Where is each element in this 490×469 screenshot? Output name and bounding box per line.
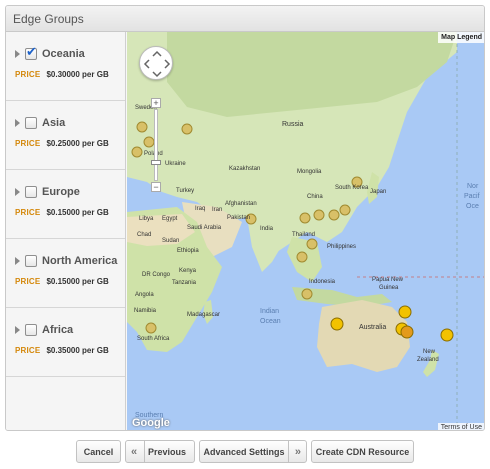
- price-value: $0.30000 per GB: [46, 70, 109, 79]
- price-value: $0.15000 per GB: [46, 208, 109, 217]
- group-name: Europe: [42, 186, 80, 198]
- map-pan-control[interactable]: [139, 46, 173, 80]
- previous-button[interactable]: « Previous: [125, 440, 195, 463]
- group-africa: Africa PRICE $0.35000 per GB: [6, 308, 125, 377]
- group-name: Oceania: [42, 48, 85, 60]
- group-name: Africa: [42, 324, 74, 336]
- advanced-settings-button[interactable]: Advanced Settings »: [199, 440, 307, 463]
- price-label: PRICE: [15, 139, 41, 148]
- next-arrow-icon: »: [294, 445, 301, 458]
- price-value: $0.25000 per GB: [46, 139, 109, 148]
- google-logo: Google: [132, 417, 170, 429]
- price-value: $0.15000 per GB: [46, 277, 109, 286]
- price-label: PRICE: [15, 346, 41, 355]
- siberia-forest: [167, 32, 457, 117]
- edge-groups-panel: Edge Groups Oceania PRICE $0.30000 per G…: [5, 5, 485, 431]
- map-canvas[interactable]: [127, 32, 485, 431]
- price-label: PRICE: [15, 208, 41, 217]
- expand-caret-icon[interactable]: [15, 50, 20, 58]
- expand-caret-icon[interactable]: [15, 119, 20, 127]
- australia-landmass: [317, 300, 410, 372]
- map-zoom-control: + −: [151, 98, 161, 194]
- world-map[interactable]: Russia Sweden Poland Ukraine Turkey Kaza…: [127, 32, 485, 431]
- previous-label: Previous: [147, 446, 187, 457]
- group-checkbox-asia[interactable]: [25, 117, 37, 129]
- expand-caret-icon[interactable]: [15, 257, 20, 265]
- panel-title: Edge Groups: [6, 6, 484, 32]
- advanced-settings-label: Advanced Settings: [203, 446, 285, 457]
- group-checkbox-europe[interactable]: [25, 186, 37, 198]
- group-europe: Europe PRICE $0.15000 per GB: [6, 170, 125, 239]
- wizard-footer: Cancel « Previous Advanced Settings » Cr…: [0, 437, 490, 467]
- cancel-button[interactable]: Cancel: [76, 440, 121, 463]
- zoom-out-button[interactable]: −: [151, 182, 161, 192]
- pan-arrows-icon: [143, 50, 171, 78]
- group-name: Asia: [42, 117, 66, 129]
- group-checkbox-north-america[interactable]: [25, 255, 37, 267]
- group-oceania: Oceania PRICE $0.30000 per GB: [6, 32, 125, 101]
- expand-caret-icon[interactable]: [15, 188, 20, 196]
- zoom-in-button[interactable]: +: [151, 98, 161, 108]
- new-zealand-island: [423, 350, 439, 377]
- group-checkbox-africa[interactable]: [25, 324, 37, 336]
- previous-arrow-icon: «: [131, 445, 138, 458]
- group-checkbox-oceania[interactable]: [25, 45, 37, 60]
- expand-caret-icon[interactable]: [15, 326, 20, 334]
- create-cdn-resource-button[interactable]: Create CDN Resource: [311, 440, 414, 463]
- group-name: North America: [42, 255, 118, 267]
- group-north-america: North America PRICE $0.15000 per GB: [6, 239, 125, 308]
- price-label: PRICE: [15, 70, 41, 79]
- price-value: $0.35000 per GB: [46, 346, 109, 355]
- zoom-slider-track[interactable]: [151, 109, 161, 181]
- map-legend-button[interactable]: Map Legend: [438, 32, 484, 43]
- terms-of-use-link[interactable]: Terms of Use: [437, 423, 484, 430]
- zoom-slider-thumb[interactable]: [151, 160, 161, 165]
- price-label: PRICE: [15, 277, 41, 286]
- edge-groups-sidebar: Oceania PRICE $0.30000 per GB Asia PRICE…: [6, 32, 126, 430]
- group-asia: Asia PRICE $0.25000 per GB: [6, 101, 125, 170]
